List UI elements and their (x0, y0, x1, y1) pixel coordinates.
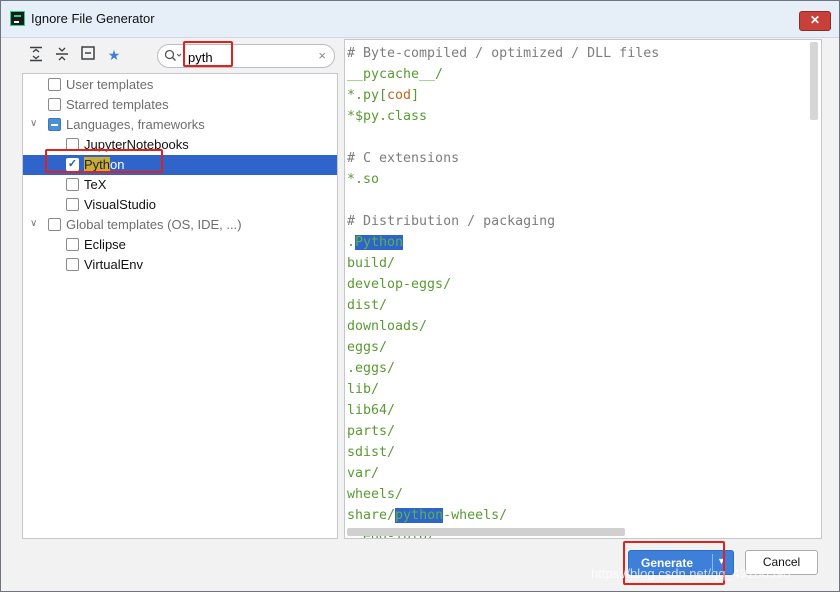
checkbox[interactable] (48, 98, 61, 111)
close-button[interactable]: ✕ (799, 11, 831, 31)
ignore-file-generator-dialog: Ignore File Generator ✕ ★ pyth × User te… (0, 0, 840, 592)
search-field[interactable]: pyth × (157, 44, 335, 68)
checkbox-partial[interactable] (48, 118, 61, 131)
code-line: # Byte-compiled / optimized / DLL files (347, 46, 660, 61)
label-rest: on (110, 157, 125, 172)
tree-item-eclipse[interactable]: Eclipse (23, 235, 337, 255)
tree-item-languages-frameworks[interactable]: ∨ Languages, frameworks (23, 115, 337, 135)
horizontal-scrollbar[interactable] (347, 528, 625, 536)
template-tree: User templates Starred templates ∨ Langu… (22, 73, 338, 539)
code-token: ] (411, 88, 420, 103)
tree-item-label: Python (84, 157, 124, 172)
star-icon[interactable]: ★ (105, 46, 123, 64)
search-icon (164, 49, 182, 66)
code-line: lib64/ (347, 403, 396, 418)
code-line: *$py.class (347, 109, 428, 124)
code-line: .Python (347, 235, 404, 250)
tree-item-user-templates[interactable]: User templates (23, 75, 337, 95)
code-line: downloads/ (347, 319, 428, 334)
tree-item-label: Starred templates (66, 97, 169, 112)
watermark: https://blog.csdn.net/qq_49280390 (591, 566, 791, 581)
search-input[interactable]: pyth (188, 50, 213, 65)
tree-item-python[interactable]: ✓ Python (23, 155, 337, 175)
tree-item-starred-templates[interactable]: Starred templates (23, 95, 337, 115)
tree-item-label: TeX (84, 177, 107, 192)
chevron-down-icon[interactable]: ∨ (30, 218, 37, 229)
code-token: Python (355, 235, 404, 250)
code-line: build/ (347, 256, 396, 271)
collapse-icon[interactable] (79, 46, 97, 64)
code-line: # C extensions (347, 151, 460, 166)
vertical-scrollbar[interactable] (810, 42, 818, 120)
gitignore-preview-editor[interactable]: # Byte-compiled / optimized / DLL files … (344, 39, 822, 539)
code-token: share/ (347, 508, 396, 523)
checkbox[interactable] (66, 258, 79, 271)
code-line: parts/ (347, 424, 396, 439)
tree-item-label: User templates (66, 77, 154, 92)
code-line: .eggs/ (347, 361, 396, 376)
code-line: eggs/ (347, 340, 388, 355)
code-line: sdist/ (347, 445, 396, 460)
code-token: -wheels/ (443, 508, 508, 523)
expand-all-icon[interactable] (27, 46, 45, 64)
code-line: *.so (347, 172, 380, 187)
tree-item-label: Global templates (OS, IDE, ...) (66, 217, 242, 232)
code-line: # Distribution / packaging (347, 214, 556, 229)
code-token: python (395, 508, 444, 523)
code-line: lib/ (347, 382, 380, 397)
code-line: develop-eggs/ (347, 277, 452, 292)
code-token: . (347, 235, 356, 250)
tree-item-tex[interactable]: TeX (23, 175, 337, 195)
checkbox[interactable] (48, 78, 61, 91)
code-token: *.py[ (347, 88, 388, 103)
code-content: # Byte-compiled / optimized / DLL files … (347, 43, 660, 538)
tree-item-label: VisualStudio (84, 197, 157, 212)
code-line: dist/ (347, 298, 388, 313)
chevron-down-icon[interactable]: ▼ (717, 556, 726, 566)
pycharm-app-icon (10, 11, 25, 26)
code-line: wheels/ (347, 487, 404, 502)
collapse-all-icon[interactable] (53, 46, 71, 64)
tree-item-label: Eclipse (84, 237, 126, 252)
clear-search-icon[interactable]: × (318, 48, 326, 63)
tree-item-label: JupyterNotebooks (84, 137, 189, 152)
tree-item-virtualenv[interactable]: VirtualEnv (23, 255, 337, 275)
window-title: Ignore File Generator (31, 11, 155, 26)
checkbox-checked[interactable]: ✓ (66, 158, 79, 171)
tree-item-label: Languages, frameworks (66, 117, 205, 132)
search-match-highlight: Pyth (84, 157, 111, 172)
chevron-down-icon[interactable]: ∨ (30, 118, 37, 129)
code-line: __pycache__/ (347, 67, 444, 82)
tree-item-label: VirtualEnv (84, 257, 144, 272)
checkbox[interactable] (66, 178, 79, 191)
checkbox[interactable] (66, 198, 79, 211)
checkbox[interactable] (66, 238, 79, 251)
code-token: cod (387, 88, 412, 103)
tree-item-visualstudio[interactable]: VisualStudio (23, 195, 337, 215)
code-line: share/python-wheels/ (347, 508, 507, 523)
code-line: *.py[cod] (347, 88, 419, 103)
code-line: var/ (347, 466, 380, 481)
tree-item-global-templates[interactable]: ∨ Global templates (OS, IDE, ...) (23, 215, 337, 235)
tree-item-jupyternotebooks[interactable]: JupyterNotebooks (23, 135, 337, 155)
title-bar: Ignore File Generator ✕ (1, 1, 839, 38)
checkbox[interactable] (66, 138, 79, 151)
checkbox[interactable] (48, 218, 61, 231)
